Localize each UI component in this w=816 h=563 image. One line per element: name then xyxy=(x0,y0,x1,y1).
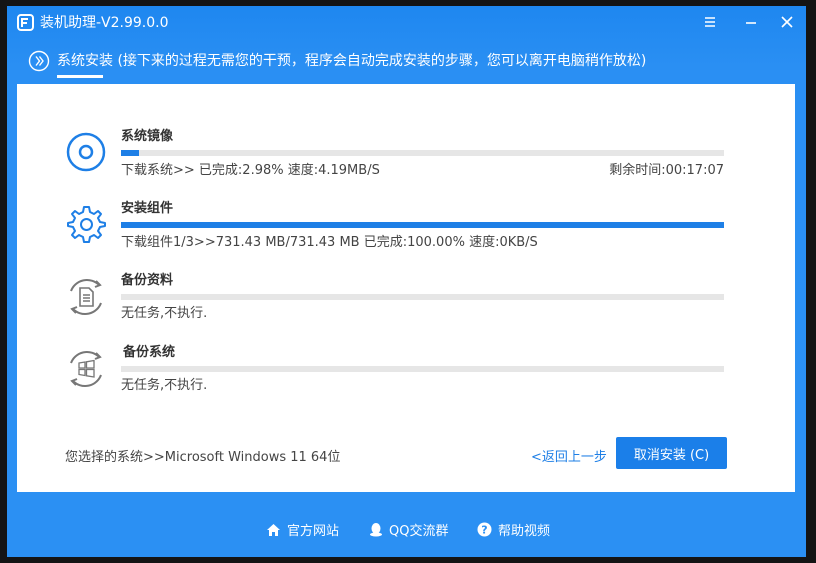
progress-bar xyxy=(121,222,724,228)
help-icon: ? xyxy=(477,522,492,537)
task-status: 无任务,不执行. xyxy=(121,378,208,393)
selected-os-label: 您选择的系统>>Microsoft Windows 11 64位 xyxy=(65,450,341,465)
task-remaining-time: 剩余时间:00:17:07 xyxy=(609,163,724,178)
footer-link-label: 帮助视频 xyxy=(498,524,551,539)
cancel-install-button[interactable]: 取消安装 (C) xyxy=(616,437,727,469)
progress-bar xyxy=(121,294,724,300)
task-status: 下载系统>> 已完成:2.98% 速度:4.19MB/S xyxy=(121,163,380,178)
menu-icon[interactable] xyxy=(702,14,718,30)
gear-icon xyxy=(67,206,106,243)
task-status: 下载组件1/3>>731.43 MB/731.43 MB 已完成:100.00%… xyxy=(121,235,538,250)
progress-bar xyxy=(121,366,724,372)
app-logo-icon xyxy=(17,14,34,31)
progress-fill xyxy=(121,222,724,228)
qq-icon xyxy=(370,523,382,537)
task-name: 备份资料 xyxy=(121,273,174,288)
title-bar[interactable]: 装机助理-V2.99.0.0 xyxy=(7,6,806,40)
footer-link-label: QQ交流群 xyxy=(389,524,449,539)
footer-link-label: 官方网站 xyxy=(287,524,340,539)
task-backup-system: 备份系统 无任务,不执行. xyxy=(17,84,795,393)
step-underline xyxy=(57,75,103,78)
task-name: 安装组件 xyxy=(121,201,174,216)
document-icon xyxy=(70,278,102,316)
help-video-link[interactable]: ? 帮助视频 xyxy=(477,520,550,539)
task-name: 备份系统 xyxy=(123,345,176,360)
app-title: 装机助理-V2.99.0.0 xyxy=(40,15,169,31)
step-header: 系统安装 (接下来的过程无需您的干预，程序会自动完成安装的步骤，您可以离开电脑稍… xyxy=(7,46,806,80)
minimize-icon[interactable] xyxy=(743,14,759,30)
footer: 官方网站 QQ交流群 ? 帮助视频 xyxy=(7,520,806,542)
task-status: 无任务,不执行. xyxy=(121,306,208,321)
app-window: 装机助理-V2.99.0.0 系统安装 (接下来的过程无需您的干预，程序会自动完… xyxy=(7,6,806,557)
chevron-right-circle-icon xyxy=(28,50,50,72)
official-site-link[interactable]: 官方网站 xyxy=(266,520,339,539)
close-icon[interactable] xyxy=(779,14,795,30)
home-icon xyxy=(267,523,280,536)
svg-text:?: ? xyxy=(481,524,487,537)
qq-group-link[interactable]: QQ交流群 xyxy=(369,520,448,539)
step-title: 系统安装 (接下来的过程无需您的干预，程序会自动完成安装的步骤，您可以离开电脑稍… xyxy=(57,53,647,69)
back-link[interactable]: <返回上一步 xyxy=(531,446,607,465)
main-panel: 系统镜像 下载系统>> 已完成:2.98% 速度:4.19MB/S 剩余时间:0… xyxy=(17,84,795,492)
windows-icon xyxy=(70,350,102,388)
